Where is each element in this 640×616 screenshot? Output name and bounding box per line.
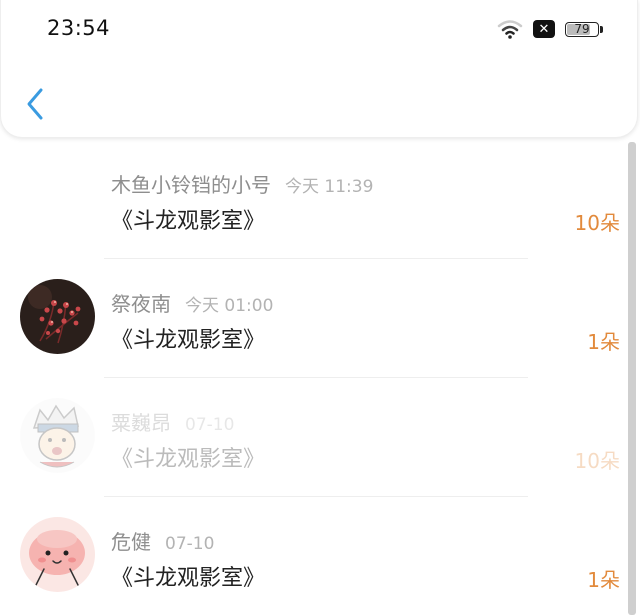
item-name-line: 危健 07-10 xyxy=(111,526,214,555)
avatar-image xyxy=(20,517,95,592)
battery-level-text: 79 xyxy=(574,22,590,36)
no-sim-icon: ✕ xyxy=(533,20,555,38)
avatar[interactable] xyxy=(20,517,95,592)
user-name[interactable]: 木鱼小铃铛的小号 xyxy=(111,173,271,197)
battery-tip xyxy=(600,25,603,33)
list-item[interactable]: 木鱼小铃铛的小号 今天 11:39 《斗龙观影室》 10朵 xyxy=(0,140,628,259)
item-name-line: 祭夜南 今天 01:00 xyxy=(111,288,273,317)
gift-count: 10朵 xyxy=(574,211,620,235)
battery-icon: 79 xyxy=(565,21,599,37)
item-time: 今天 11:39 xyxy=(285,177,374,197)
gift-count: 1朵 xyxy=(587,568,620,592)
scrollbar[interactable] xyxy=(628,142,636,615)
list-item[interactable]: 祭夜南 今天 01:00 《斗龙观影室》 1朵 xyxy=(0,259,628,378)
gift-list: 木鱼小铃铛的小号 今天 11:39 《斗龙观影室》 10朵 祭夜南 今天 01:… xyxy=(0,140,628,616)
item-time: 07-10 xyxy=(165,534,215,554)
gift-count: 1朵 xyxy=(587,330,620,354)
item-name-line: 木鱼小铃铛的小号 今天 11:39 xyxy=(111,169,373,198)
gift-count: 10朵 xyxy=(574,449,620,473)
item-title[interactable]: 《斗龙观影室》 xyxy=(111,322,265,354)
user-name[interactable]: 粟巍昂 xyxy=(111,411,171,435)
item-title[interactable]: 《斗龙观影室》 xyxy=(111,441,265,473)
chevron-left-icon[interactable] xyxy=(23,86,47,122)
top-bar: 23:54 ✕ 79 xyxy=(0,0,638,138)
status-icons: ✕ 79 xyxy=(497,17,603,41)
avatar[interactable] xyxy=(20,398,95,473)
status-time: 23:54 xyxy=(47,16,111,40)
item-time: 07-10 xyxy=(185,415,235,435)
list-item[interactable]: 危健 07-10 《斗龙观影室》 1朵 xyxy=(0,497,628,616)
wifi-icon xyxy=(497,20,523,39)
list-item[interactable]: 粟巍昂 07-10 《斗龙观影室》 10朵 xyxy=(0,378,628,497)
item-title[interactable]: 《斗龙观影室》 xyxy=(111,560,265,592)
item-title[interactable]: 《斗龙观影室》 xyxy=(111,203,265,235)
avatar-image xyxy=(20,279,95,354)
avatar-image xyxy=(20,398,95,473)
item-time: 今天 01:00 xyxy=(185,296,274,316)
user-name[interactable]: 危健 xyxy=(111,530,151,554)
avatar[interactable] xyxy=(20,279,95,354)
item-name-line: 粟巍昂 07-10 xyxy=(111,407,234,436)
user-name[interactable]: 祭夜南 xyxy=(111,292,171,316)
